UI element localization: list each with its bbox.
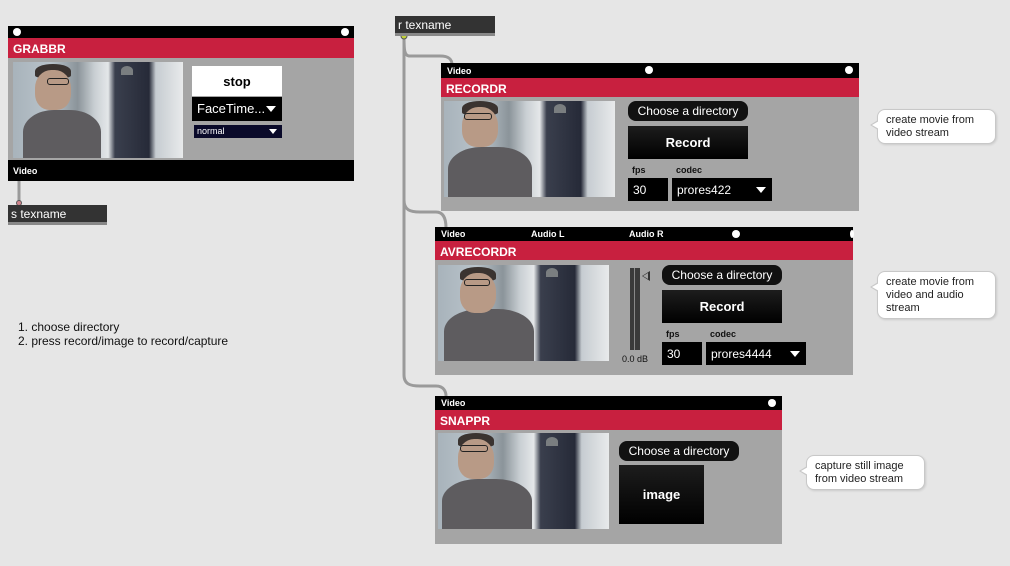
- recordr-codec-value: prores422: [677, 183, 732, 197]
- recordr-inlet-dot-right[interactable]: [845, 66, 853, 74]
- recordr-title: RECORDR: [446, 82, 507, 96]
- lamp: [546, 268, 558, 277]
- avrecordr-fps-field[interactable]: 30: [662, 342, 702, 365]
- camera-device-menu[interactable]: FaceTime...: [192, 97, 282, 121]
- recordr-codec-menu[interactable]: prores422: [672, 178, 772, 201]
- grabbr-video-preview: [13, 62, 183, 158]
- avrecordr-comment: create movie from video and audio stream: [870, 271, 996, 319]
- glasses: [464, 279, 490, 286]
- glasses: [460, 445, 488, 452]
- grabbr-title: GRABBR: [13, 42, 66, 56]
- meter-db-readout: 0.0 dB: [622, 354, 649, 364]
- avrecordr-codec-value: prores4444: [711, 347, 772, 361]
- camera-device-value: FaceTime...: [197, 101, 266, 116]
- avrecordr-comment-line1: create movie from: [886, 276, 975, 288]
- avrecordr-inlet-audio-r: Audio R: [629, 229, 664, 239]
- grabbr-inlet-dot-right[interactable]: [341, 28, 349, 36]
- instruction-2: 2. press record/image to record/capture: [18, 334, 229, 348]
- snappr-inlet-dot[interactable]: [768, 399, 776, 407]
- avrecordr-inlet-video: Video: [441, 229, 466, 239]
- snappr-inlet-label: Video: [441, 398, 466, 408]
- avrecordr-fps-label: fps: [666, 329, 680, 339]
- recordr-record-button[interactable]: Record: [628, 126, 748, 159]
- avrecordr-title-bar: AVRECORDR: [435, 241, 853, 260]
- snappr-image-button[interactable]: image: [619, 465, 704, 524]
- grab-mode-menu[interactable]: normal: [194, 125, 282, 138]
- send-texname-object[interactable]: s texname: [8, 205, 107, 225]
- glasses: [464, 113, 492, 120]
- lamp: [546, 437, 558, 446]
- person-body: [23, 110, 101, 158]
- meter-divider: [634, 268, 635, 350]
- recordr-inlet-label: Video: [447, 66, 472, 76]
- snappr-title-bar: SNAPPR: [435, 410, 782, 430]
- chevron-down-icon: [756, 187, 766, 193]
- recordr-comment-line2: video stream: [886, 127, 949, 139]
- person-head: [35, 70, 71, 110]
- person-body: [444, 309, 534, 361]
- snappr-comment-line1: capture still image: [815, 460, 904, 472]
- recordr-comment-line1: create movie from: [886, 114, 975, 126]
- recordr-title-bar: RECORDR: [441, 78, 859, 97]
- grabbr-title-bar: GRABBR: [8, 38, 354, 58]
- snappr-choose-directory-button[interactable]: Choose a directory: [619, 441, 739, 461]
- recordr-comment: create movie from video stream: [870, 109, 996, 144]
- recordr-choose-directory-button[interactable]: Choose a directory: [628, 101, 748, 121]
- avrecordr-codec-label: codec: [710, 329, 737, 339]
- chevron-down-icon: [790, 351, 800, 357]
- avrecordr-fps-value: 30: [667, 347, 681, 361]
- snappr-inlet-bar: Video: [435, 396, 782, 410]
- avrecordr-inlet-dot-right[interactable]: [850, 230, 854, 238]
- recordr-fps-label: fps: [632, 165, 646, 175]
- avrecordr-codec-menu[interactable]: prores4444: [706, 342, 806, 365]
- grabbr-outlet-label: Video: [13, 166, 38, 176]
- receive-object-label: r texname: [398, 18, 452, 32]
- receive-texname-object[interactable]: r texname: [395, 16, 495, 36]
- send-object-label: s texname: [11, 207, 67, 221]
- snappr-video-preview: [438, 433, 609, 529]
- chevron-down-icon: [266, 106, 276, 112]
- grab-mode-value: normal: [197, 126, 225, 136]
- grabbr-outlet-bar: Video: [8, 160, 354, 181]
- avrecordr-inlet-bar: Video Audio L Audio R: [435, 227, 854, 241]
- audio-level-meter: [630, 268, 640, 350]
- avrecordr-inlet-audio-l: Audio L: [531, 229, 565, 239]
- avrecordr-choose-directory-button[interactable]: Choose a directory: [662, 265, 782, 285]
- recordr-fps-value: 30: [633, 183, 647, 197]
- avrecordr-video-preview: [438, 265, 609, 361]
- recordr-inlet-dot[interactable]: [645, 66, 653, 74]
- recordr-codec-label: codec: [676, 165, 703, 175]
- person-body: [442, 479, 532, 529]
- recordr-fps-field[interactable]: 30: [628, 178, 668, 201]
- instruction-1: 1. choose directory: [18, 320, 120, 334]
- snappr-comment: capture still image from video stream: [799, 455, 925, 490]
- avrecordr-title: AVRECORDR: [440, 245, 517, 259]
- grabbr-inlet-bar: [8, 26, 354, 38]
- avrecordr-inlet-dot[interactable]: [732, 230, 740, 238]
- instructions: 1. choose directory 2. press record/imag…: [18, 320, 228, 348]
- snappr-title: SNAPPR: [440, 414, 491, 428]
- lamp: [554, 104, 566, 113]
- recordr-inlet-bar: Video: [441, 63, 859, 78]
- avrecordr-comment-line2: video and audio: [886, 289, 964, 301]
- lamp: [121, 66, 133, 75]
- snappr-comment-line2: from video stream: [815, 473, 904, 485]
- grabbr-inlet-dot[interactable]: [13, 28, 21, 36]
- recordr-video-preview: [444, 101, 615, 197]
- stop-button[interactable]: stop: [192, 66, 282, 96]
- chevron-down-icon: [269, 129, 277, 134]
- avrecordr-comment-line3: stream: [886, 302, 920, 314]
- gain-slider-handle-inner: [643, 273, 648, 279]
- person-body: [448, 147, 532, 197]
- avrecordr-record-button[interactable]: Record: [662, 290, 782, 323]
- glasses: [47, 78, 69, 85]
